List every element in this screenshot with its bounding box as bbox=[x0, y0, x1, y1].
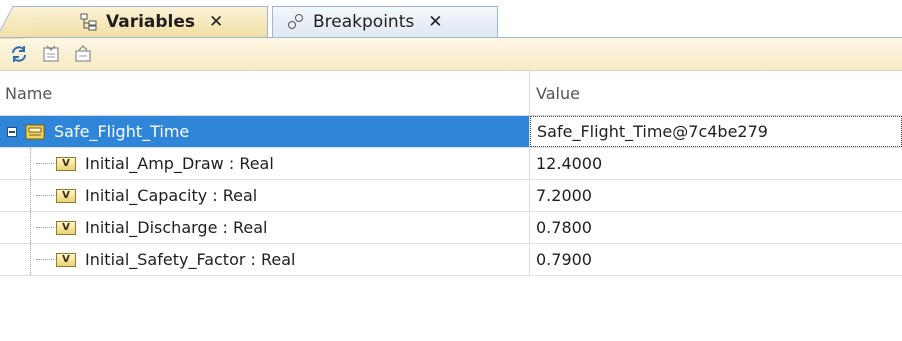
table-row[interactable]: V Initial_Safety_Factor : Real 0.7900 bbox=[0, 244, 902, 276]
name-cell: V Initial_Safety_Factor : Real bbox=[0, 244, 530, 275]
variables-tree-icon bbox=[80, 13, 98, 31]
tab-variables-label: Variables bbox=[106, 12, 196, 32]
breakpoints-icon bbox=[287, 13, 305, 31]
tree-line bbox=[30, 148, 31, 179]
value-cell: 7.2000 bbox=[536, 186, 592, 205]
close-icon[interactable]: ✕ bbox=[428, 12, 442, 32]
value-cell: 0.7900 bbox=[536, 250, 592, 269]
variables-table: Name Value Safe_Flight_Time Safe_Flight_… bbox=[0, 71, 902, 276]
tree-branch bbox=[36, 258, 54, 261]
row-name: Safe_Flight_Time bbox=[54, 122, 190, 141]
variable-icon: V bbox=[56, 156, 76, 171]
name-cell: V Initial_Capacity : Real bbox=[0, 180, 530, 211]
column-header-value[interactable]: Value bbox=[530, 71, 902, 115]
row-name: Initial_Discharge : Real bbox=[85, 218, 268, 237]
variable-icon: V bbox=[56, 188, 76, 203]
tree-branch bbox=[36, 194, 54, 197]
row-name: Initial_Amp_Draw : Real bbox=[85, 154, 274, 173]
row-name: Initial_Safety_Factor : Real bbox=[85, 250, 296, 269]
refresh-icon[interactable] bbox=[8, 43, 30, 65]
tab-variables[interactable]: Variables ✕ bbox=[18, 6, 268, 37]
collapse-all-icon[interactable] bbox=[72, 43, 94, 65]
value-cell: Safe_Flight_Time@7c4be279 bbox=[530, 116, 902, 147]
value-cell: 0.7800 bbox=[536, 218, 592, 237]
tree-branch bbox=[36, 162, 54, 165]
tab-breakpoints[interactable]: Breakpoints ✕ bbox=[272, 6, 498, 37]
tab-bar-divider bbox=[0, 37, 902, 38]
variable-icon: V bbox=[56, 220, 76, 235]
table-row[interactable]: V Initial_Amp_Draw : Real 12.4000 bbox=[0, 148, 902, 180]
tree-line bbox=[30, 212, 31, 243]
collapse-toggle-icon[interactable] bbox=[7, 126, 17, 137]
tree-line bbox=[30, 244, 31, 275]
toolbar bbox=[0, 38, 902, 71]
name-cell: V Initial_Amp_Draw : Real bbox=[0, 148, 530, 179]
close-icon[interactable]: ✕ bbox=[209, 12, 223, 32]
table-row[interactable]: V Initial_Capacity : Real 7.2000 bbox=[0, 180, 902, 212]
name-cell: Safe_Flight_Time bbox=[0, 116, 530, 147]
expand-all-icon[interactable] bbox=[40, 43, 62, 65]
table-row[interactable]: V Initial_Discharge : Real 0.7800 bbox=[0, 212, 902, 244]
column-header-name[interactable]: Name bbox=[0, 71, 530, 115]
tab-bar: Variables ✕ Breakpoints ✕ bbox=[0, 0, 902, 38]
table-row[interactable]: Safe_Flight_Time Safe_Flight_Time@7c4be2… bbox=[0, 116, 902, 148]
tab-breakpoints-label: Breakpoints bbox=[313, 12, 415, 32]
object-icon bbox=[25, 124, 45, 140]
value-cell: 12.4000 bbox=[536, 154, 603, 173]
tree-line bbox=[30, 180, 31, 211]
variable-icon: V bbox=[56, 252, 76, 267]
table-header: Name Value bbox=[0, 71, 902, 116]
tree-branch bbox=[36, 226, 54, 229]
row-name: Initial_Capacity : Real bbox=[85, 186, 258, 205]
name-cell: V Initial_Discharge : Real bbox=[0, 212, 530, 243]
